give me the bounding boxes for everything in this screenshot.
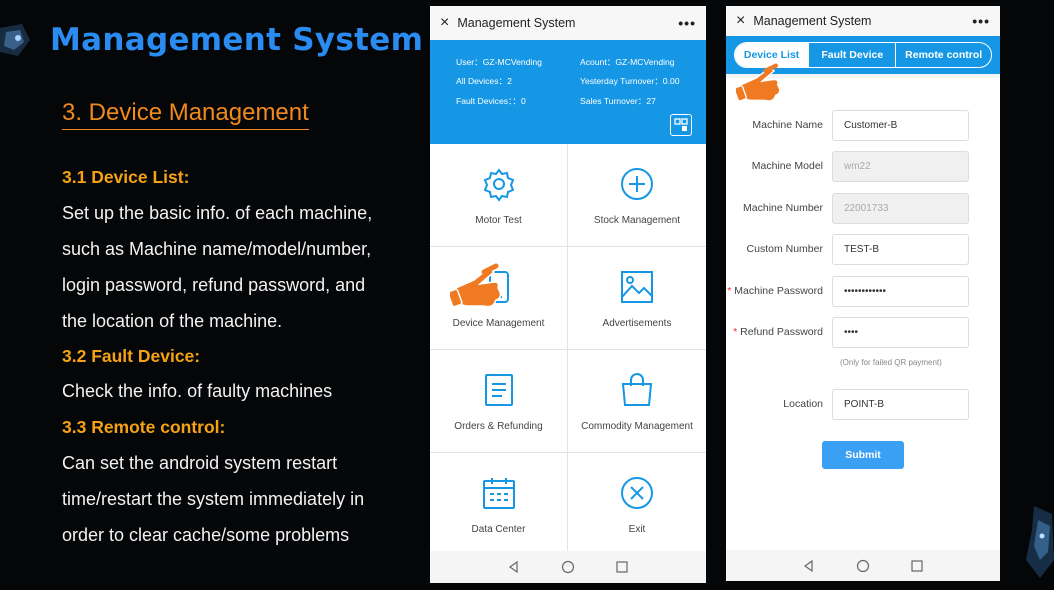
account-summary-panel: User：GZ-MCVending Acount：GZ-MCVending Al… [430, 40, 706, 144]
device-form: Machine Name Customer-B Machine Model wm… [726, 78, 1000, 550]
android-navbar [726, 550, 1000, 581]
fault-device-description: Check the info. of faulty machines [62, 381, 333, 401]
tab-fault-device[interactable]: Fault Device [808, 43, 895, 67]
scan-button[interactable] [670, 114, 692, 136]
tile-label: Stock Management [593, 215, 681, 226]
refund-password-hint: (Only for failed QR payment) [840, 358, 942, 367]
more-icon[interactable]: ••• [678, 15, 696, 31]
tile-label: Orders & Refunding [454, 421, 543, 432]
close-circle-icon [621, 477, 653, 509]
form-row-refund-password: * Refund Password •••• [726, 316, 1000, 348]
account-info: Acount：GZ-MCVending [580, 57, 675, 67]
back-icon[interactable] [507, 560, 521, 574]
field-label: Location [783, 398, 823, 410]
corner-decoration [0, 24, 30, 56]
machine-password-field[interactable]: •••••••••••• [832, 275, 969, 307]
slide-title: Management System [50, 22, 424, 58]
tile-stock-management[interactable]: Stock Management [568, 144, 706, 246]
back-icon[interactable] [802, 559, 816, 573]
tile-orders-refunding[interactable]: Orders & Refunding [430, 350, 567, 452]
subheading-device-list: 3.1 Device List: [62, 167, 190, 187]
scan-icon [674, 118, 688, 131]
form-row-location: Location POINT-B [726, 388, 1000, 420]
all-devices-count: All Devices：2 [456, 76, 512, 86]
app-title: Management System [753, 14, 872, 28]
tile-advertisements[interactable]: Advertisements [568, 247, 706, 349]
tile-motor-test[interactable]: Motor Test [430, 144, 567, 246]
tile-label: Data Center [471, 524, 526, 535]
android-navbar [430, 551, 706, 583]
document-icon [484, 374, 513, 406]
form-row-machine-name: Machine Name Customer-B [726, 109, 1000, 141]
corner-decoration [1026, 506, 1054, 578]
form-row-machine-number: Machine Number 22001733 [726, 192, 1000, 224]
tile-label: Motor Test [475, 215, 522, 226]
field-label: Machine Model [751, 160, 823, 172]
custom-number-field[interactable]: TEST-B [832, 233, 969, 265]
field-label: * Refund Password [733, 326, 823, 338]
more-icon[interactable]: ••• [972, 13, 990, 29]
fault-devices-count: Fault Devices：：0 [456, 96, 526, 106]
required-mark: * [727, 285, 732, 297]
recents-icon[interactable] [910, 559, 924, 573]
submit-button[interactable]: Submit [822, 441, 904, 469]
calendar-icon [482, 478, 515, 509]
subheading-remote-control: 3.3 Remote control: [62, 417, 226, 437]
feature-grid: Motor Test Stock Management Device Manag… [430, 144, 706, 556]
home-icon[interactable] [561, 560, 575, 574]
user-info: User：GZ-MCVending [456, 57, 542, 67]
subheading-fault-device: 3.2 Fault Device: [62, 346, 201, 366]
device-list-description: Set up the basic info. of each machine, … [62, 203, 373, 331]
shopping-bag-icon [621, 373, 653, 406]
tile-label: Device Management [452, 318, 545, 329]
gear-icon [483, 168, 514, 202]
field-label: Machine Name [752, 119, 823, 131]
recents-icon[interactable] [615, 560, 629, 574]
app-topbar: × Management System ••• [726, 6, 1000, 36]
tab-remote-control[interactable]: Remote control [895, 43, 991, 67]
tile-label: Commodity Management [581, 421, 693, 432]
field-label: Custom Number [746, 243, 823, 255]
close-icon[interactable]: × [736, 13, 745, 29]
tile-exit[interactable]: Exit [568, 453, 706, 555]
machine-name-field[interactable]: Customer-B [832, 109, 969, 141]
plus-circle-icon [621, 168, 653, 200]
sales-turnover: Sales Turnover：27 [580, 96, 656, 106]
tile-data-center[interactable]: Data Center [430, 453, 567, 555]
machine-model-field: wm22 [832, 150, 969, 182]
pointing-hand-icon [450, 263, 502, 308]
pointing-hand-icon [736, 63, 781, 102]
app-title: Management System [457, 16, 576, 30]
section-title: 3. Device Management [62, 99, 309, 130]
machine-number-field: 22001733 [832, 192, 969, 224]
form-row-machine-model: Machine Model wm22 [726, 150, 1000, 182]
tile-commodity-management[interactable]: Commodity Management [568, 350, 706, 452]
image-icon [621, 271, 653, 303]
tile-label: Exit [628, 524, 646, 535]
yesterday-turnover: Yesterday Turnover：0.00 [580, 76, 680, 86]
form-row-machine-password: * Machine Password •••••••••••• [726, 275, 1000, 307]
required-mark: * [733, 326, 738, 338]
field-label: Machine Number [743, 202, 823, 214]
home-icon[interactable] [856, 559, 870, 573]
field-label: * Machine Password [727, 285, 823, 297]
close-icon[interactable]: × [440, 15, 449, 31]
location-field[interactable]: POINT-B [832, 388, 969, 420]
form-row-custom-number: Custom Number TEST-B [726, 233, 1000, 265]
app-topbar: × Management System ••• [430, 6, 706, 40]
remote-control-description: Can set the android system restart time/… [62, 453, 365, 545]
refund-password-field[interactable]: •••• [832, 316, 969, 348]
tile-label: Advertisements [602, 318, 672, 329]
